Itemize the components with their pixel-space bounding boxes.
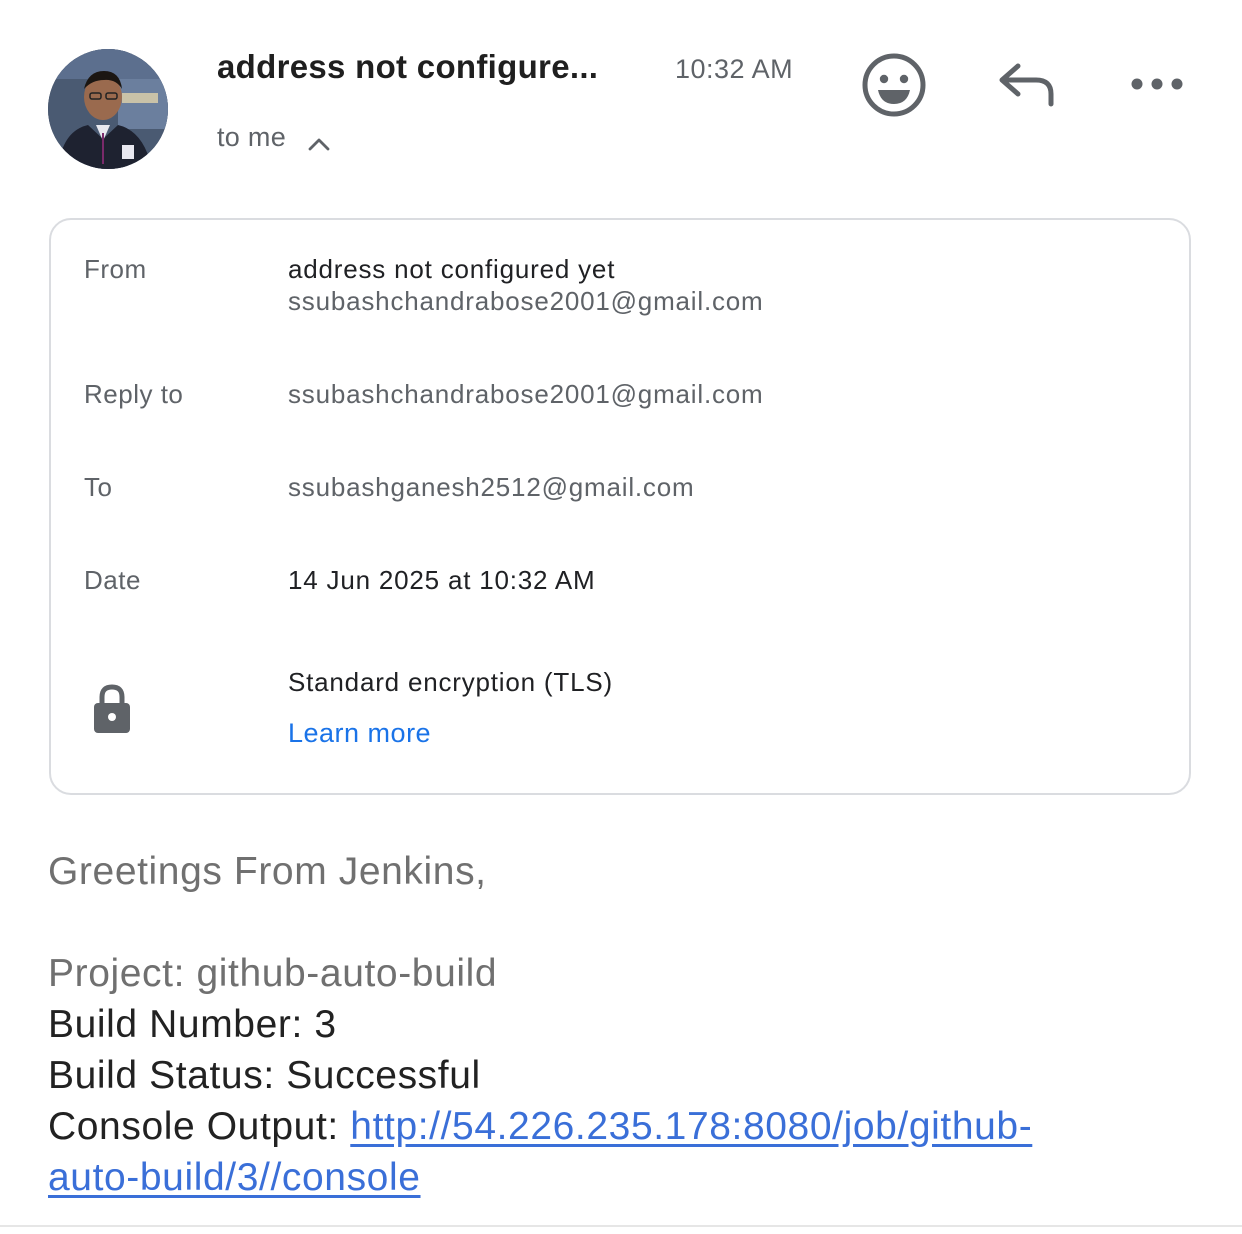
project-line: Project: github-auto-build [48,952,498,995]
recipient-summary[interactable]: to me [217,122,286,153]
emoji-reaction-icon[interactable] [861,52,927,118]
console-output-link-continued[interactable]: auto-build/3//console [48,1156,421,1199]
to-label: To [84,472,113,502]
from-email[interactable]: ssubashchandrabose2001@gmail.com [288,286,763,317]
avatar-photo [48,49,168,169]
avatar[interactable] [48,49,168,169]
from-label: From [84,254,147,284]
build-status-line: Build Status: Successful [48,1054,481,1097]
message-time: 10:32 AM [675,54,794,84]
encryption-status: Standard encryption (TLS) [288,667,613,697]
email-view: address not configure... 10:32 AM to me … [0,0,1242,1234]
reply-to-email[interactable]: ssubashchandrabose2001@gmail.com [288,379,763,410]
from-name: address not configured yet [288,254,616,284]
date-value: 14 Jun 2025 at 10:32 AM [288,565,596,595]
build-number-line: Build Number: 3 [48,1003,337,1046]
lock-icon [94,684,130,733]
sender-name[interactable]: address not configure... [217,48,598,86]
chevron-up-icon[interactable] [306,134,332,154]
console-output-label: Console Output: [48,1105,351,1148]
reply-to-label: Reply to [84,379,184,409]
console-output-line: Console Output: http://54.226.235.178:80… [48,1105,1032,1149]
to-email[interactable]: ssubashganesh2512@gmail.com [288,472,694,503]
learn-more-link[interactable]: Learn more [288,718,431,749]
more-options-icon[interactable] [1128,70,1186,98]
greeting-text: Greetings From Jenkins, [48,850,487,893]
console-output-link[interactable]: http://54.226.235.178:8080/job/github- [350,1105,1032,1148]
date-label: Date [84,565,141,595]
reply-icon[interactable] [996,58,1058,110]
console-output-line-2: auto-build/3//console [48,1156,421,1200]
divider [0,1225,1242,1227]
